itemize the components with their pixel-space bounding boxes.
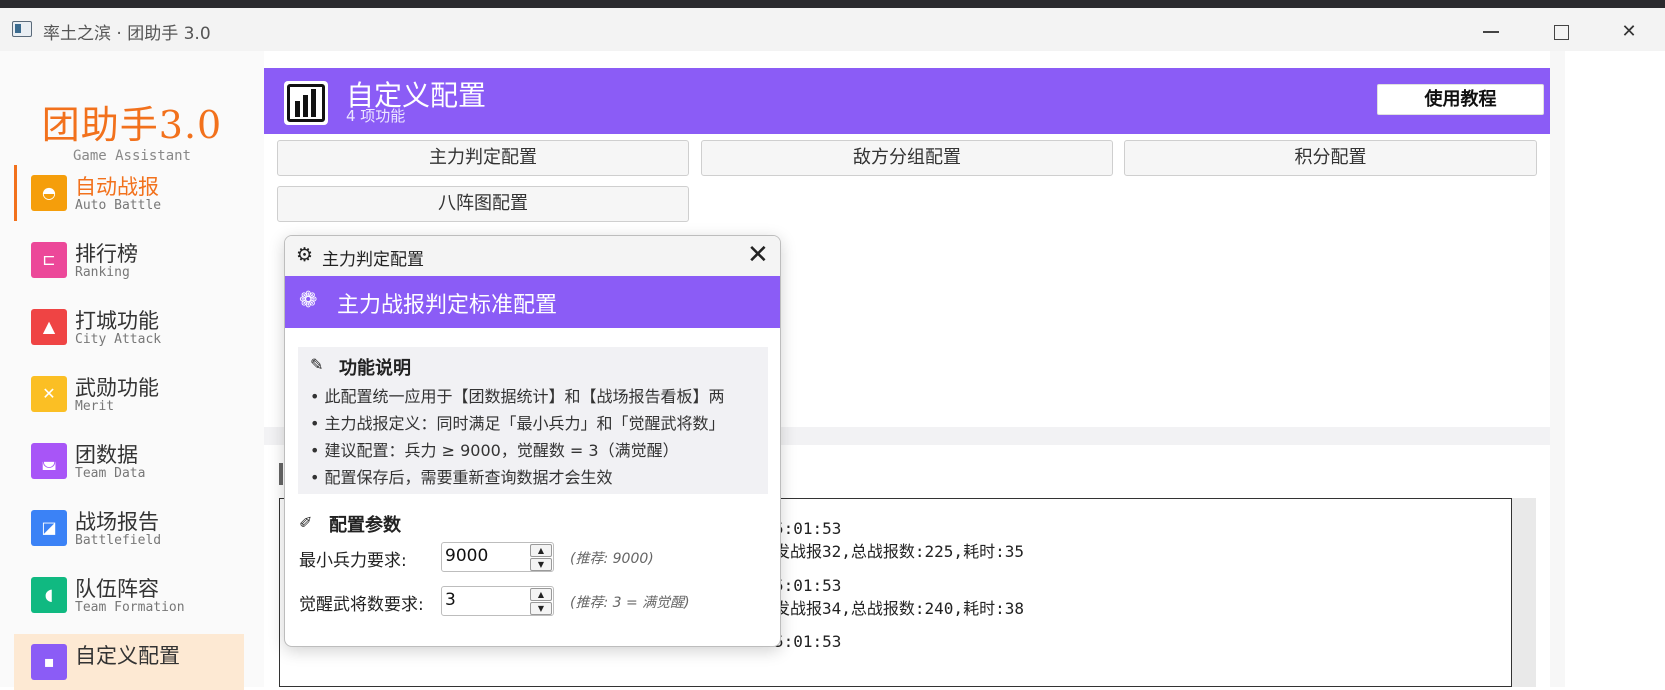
increment-button[interactable]: ▲: [530, 588, 552, 601]
sidebar-item-sublabel: Team Formation: [75, 600, 185, 615]
log-line: 发战报32,总战报数:225,耗时:35: [774, 542, 1024, 561]
section-marker: [279, 463, 283, 485]
log-line: 5:01:53: [774, 632, 842, 651]
sidebar-item-sublabel: City Attack: [75, 332, 162, 347]
sidebar-item-city-attack[interactable]: ▲ 打城功能 City Attack: [14, 299, 244, 355]
dialog-banner-title: 主力战报判定标准配置: [337, 293, 558, 318]
increment-button[interactable]: ▲: [530, 544, 552, 557]
window-top-edge: [0, 0, 1665, 8]
tutorial-button[interactable]: 使用教程: [1377, 84, 1544, 115]
sidebar-item-label: 排行榜: [75, 242, 138, 266]
close-icon: ✕: [1621, 21, 1637, 42]
app-icon: [12, 21, 32, 37]
sidebar-item-label: 武勋功能: [75, 376, 159, 400]
tab-main-force-config[interactable]: 主力判定配置: [277, 140, 689, 176]
main-force-config-dialog: ⚙ 主力判定配置 ✕ ❁ 主力战报判定标准配置 ✎ 功能说明 • 此配置统一应用…: [284, 235, 781, 647]
brand-title: 团助手3.0: [41, 103, 223, 147]
team-data-icon: ◛: [31, 443, 67, 479]
close-button[interactable]: ✕: [1606, 16, 1652, 50]
maximize-button[interactable]: [1538, 16, 1584, 50]
log-line: 5:01:53: [774, 519, 842, 538]
sidebar-item-sublabel: Ranking: [75, 265, 130, 280]
sidebar-item-custom-config[interactable]: ▪ 自定义配置: [14, 634, 244, 690]
sidebar-item-team-formation[interactable]: ◖ 队伍阵容 Team Formation: [14, 567, 244, 623]
min-troops-hint: (推荐: 9000): [570, 551, 654, 567]
info-box: ✎ 功能说明 • 此配置统一应用于【团数据统计】和【战场报告看板】两 • 主力战…: [298, 347, 768, 494]
sidebar-item-auto-battle[interactable]: ◓ 自动战报 Auto Battle: [14, 165, 244, 221]
log-line: 发战报34,总战报数:240,耗时:38: [774, 599, 1024, 618]
maximize-icon: [1553, 24, 1569, 40]
log-line: 5:01:53: [774, 576, 842, 595]
city-icon: ▲: [31, 309, 67, 345]
info-line: • 此配置统一应用于【团数据统计】和【战场报告看板】两: [310, 387, 725, 406]
info-heading: 功能说明: [339, 358, 411, 379]
sidebar-item-sublabel: Team Data: [75, 466, 146, 481]
min-troops-value[interactable]: 9000: [445, 546, 488, 566]
page-header: 自定义配置 4 项功能 使用教程: [264, 68, 1550, 134]
sidebar-item-label: 战场报告: [75, 510, 159, 534]
ranking-icon: ⊏: [31, 242, 67, 278]
tab-score-config[interactable]: 积分配置: [1124, 140, 1537, 176]
scroll-gutter: [1550, 51, 1565, 687]
min-troops-stepper[interactable]: 9000 ▲ ▼: [441, 542, 554, 572]
formation-icon: ◖: [31, 577, 67, 613]
min-troops-label: 最小兵力要求:: [299, 551, 407, 571]
pin-icon: ✎: [310, 355, 324, 374]
tab-enemy-group-config[interactable]: 敌方分组配置: [701, 140, 1113, 176]
info-line: • 配置保存后，需要重新查询数据才会生效: [310, 468, 613, 487]
log-scrollbar[interactable]: [1512, 498, 1536, 687]
awakened-generals-label: 觉醒武将数要求:: [299, 595, 424, 615]
sidebar-item-ranking[interactable]: ⊏ 排行榜 Ranking: [14, 232, 244, 288]
swords-icon: ✕: [31, 376, 67, 412]
info-line: • 主力战报定义：同时满足「最小兵力」和「觉醒武将数」: [310, 414, 725, 433]
minimize-icon: [1483, 31, 1499, 33]
window-titlebar: 率土之滨 · 团助手 3.0 ✕: [0, 8, 1665, 51]
dialog-titlebar: ⚙ 主力判定配置 ✕: [285, 236, 780, 276]
tab-eight-formation-config[interactable]: 八阵图配置: [277, 186, 689, 222]
sidebar-item-team-data[interactable]: ◛ 团数据 Team Data: [14, 433, 244, 489]
sidebar-item-merit[interactable]: ✕ 武勋功能 Merit: [14, 366, 244, 422]
sidebar-item-label: 自动战报: [75, 175, 159, 199]
sidebar-item-sublabel: Auto Battle: [75, 198, 162, 213]
minimize-button[interactable]: [1468, 16, 1514, 50]
page-subtitle: 4 项功能: [346, 107, 406, 125]
wrench-icon: ✐: [299, 513, 313, 532]
sidebar-item-label: 打城功能: [75, 309, 159, 333]
sidebar-item-label: 队伍阵容: [75, 577, 159, 601]
params-heading: 配置参数: [329, 515, 401, 536]
battlefield-icon: ◪: [31, 510, 67, 546]
awakened-generals-hint: (推荐: 3 = 满觉醒): [570, 595, 690, 611]
awakened-generals-stepper[interactable]: 3 ▲ ▼: [441, 586, 554, 616]
sidebar-item-label: 团数据: [75, 443, 138, 467]
sidebar-item-sublabel: Merit: [75, 399, 115, 414]
sidebar-item-battlefield[interactable]: ◪ 战场报告 Battlefield: [14, 500, 244, 556]
sidebar-item-sublabel: Battlefield: [75, 533, 162, 548]
dialog-banner: ❁ 主力战报判定标准配置: [285, 276, 780, 328]
info-line: • 建议配置：兵力 ≥ 9000，觉醒数 = 3（满觉醒）: [310, 441, 679, 460]
dialog-title: 主力判定配置: [322, 250, 424, 270]
decrement-button[interactable]: ▼: [530, 558, 552, 571]
decrement-button[interactable]: ▼: [530, 602, 552, 615]
settings-icon: ▪: [31, 644, 67, 680]
flower-icon: ❁: [299, 288, 318, 313]
dialog-close-button[interactable]: ✕: [747, 240, 769, 270]
helmet-icon: ◓: [31, 175, 67, 211]
window-title: 率土之滨 · 团助手 3.0: [43, 24, 211, 44]
brand-subtitle: Game Assistant: [72, 148, 191, 164]
gear-icon: ⚙: [296, 244, 314, 266]
chart-icon: [284, 81, 328, 125]
awakened-generals-value[interactable]: 3: [445, 590, 456, 610]
sidebar-item-label: 自定义配置: [75, 644, 180, 668]
